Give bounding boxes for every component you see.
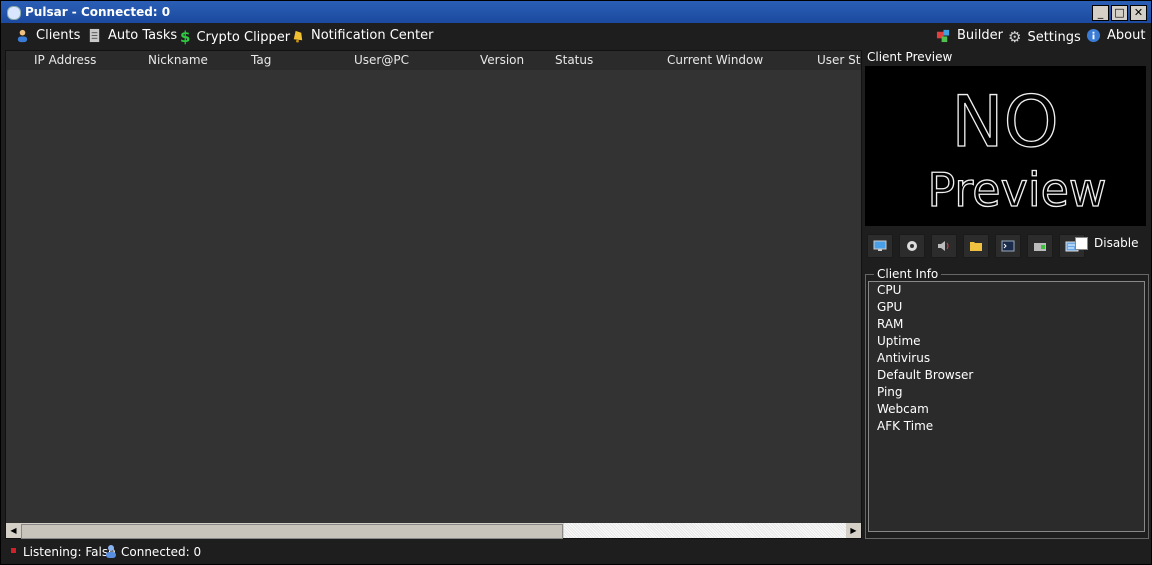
user-icon	[106, 545, 116, 558]
menu-crypto-clipper[interactable]: $ Crypto Clipper	[180, 28, 290, 46]
info-icon	[1086, 28, 1101, 43]
scroll-right-arrow[interactable]: ▶	[847, 524, 860, 537]
app-icon	[7, 6, 21, 20]
info-item-default-browser[interactable]: Default Browser	[869, 367, 1144, 384]
tasks-icon	[89, 28, 100, 43]
status-bar: Listening: False Connected: 0	[1, 542, 1151, 564]
disable-label: Disable	[1094, 236, 1139, 250]
menu-clients-label: Clients	[36, 28, 81, 43]
info-item-uptime[interactable]: Uptime	[869, 333, 1144, 350]
client-preview-screen: NO Preview	[865, 66, 1146, 226]
column-user-pc[interactable]: User@PC	[354, 53, 409, 67]
bell-icon	[293, 30, 303, 43]
app-window: Pulsar - Connected: 0 _ □ ✕ Clients Auto…	[0, 0, 1152, 565]
webcam-button[interactable]	[899, 234, 925, 258]
webcam-icon	[907, 241, 917, 251]
menu-settings-label: Settings	[1027, 29, 1081, 45]
info-item-gpu[interactable]: GPU	[869, 299, 1144, 316]
menu-about-label: About	[1107, 28, 1146, 43]
column-tag[interactable]: Tag	[251, 53, 271, 67]
remote-desktop-icon	[873, 240, 887, 251]
info-item-ping[interactable]: Ping	[869, 384, 1144, 401]
tasks-manager-button[interactable]	[1027, 234, 1053, 258]
clients-list[interactable]: IP Address Nickname Tag User@PC Version …	[5, 50, 862, 539]
connected-count: Connected: 0	[121, 545, 202, 559]
shell-button[interactable]	[995, 234, 1021, 258]
builder-icon	[936, 29, 950, 43]
column-ip-address[interactable]: IP Address	[34, 53, 96, 67]
menu-auto-tasks[interactable]: Auto Tasks	[87, 28, 177, 43]
menu-builder-label: Builder	[957, 28, 1003, 43]
shell-icon	[1001, 240, 1015, 252]
disable-preview-toggle[interactable]: Disable	[1075, 236, 1139, 250]
no-preview-drawing: NO Preview	[927, 80, 1107, 217]
menu-notification-center[interactable]: Notification Center	[290, 28, 433, 43]
info-item-afk-time[interactable]: AFK Time	[869, 418, 1144, 435]
audio-icon	[938, 241, 949, 251]
scroll-thumb[interactable]	[21, 524, 563, 539]
close-button[interactable]: ✕	[1130, 5, 1147, 21]
clients-table-header: IP Address Nickname Tag User@PC Version …	[6, 51, 861, 70]
preview-text-no: NO	[951, 81, 1058, 163]
client-info-title: Client Info	[874, 267, 942, 281]
horizontal-scrollbar[interactable]: ◀ ▶	[6, 523, 861, 539]
column-nickname[interactable]: Nickname	[148, 53, 208, 67]
menu-builder[interactable]: Builder	[936, 28, 1003, 43]
maximize-button[interactable]: □	[1111, 5, 1128, 21]
right-panel: Client Preview NO Preview Disable Client…	[863, 50, 1149, 539]
column-current-window[interactable]: Current Window	[667, 53, 763, 67]
client-info-group: Client Info CPU GPU RAM Uptime Antivirus…	[865, 267, 1149, 539]
dollar-icon: $	[180, 28, 191, 46]
minimize-button[interactable]: _	[1092, 5, 1109, 21]
quick-tools	[867, 234, 1085, 258]
audio-button[interactable]	[931, 234, 957, 258]
file-manager-button[interactable]	[963, 234, 989, 258]
info-item-cpu[interactable]: CPU	[869, 282, 1144, 299]
disable-checkbox[interactable]	[1075, 236, 1088, 250]
menu-clients[interactable]: Clients	[15, 28, 80, 43]
menu-bar: Clients Auto Tasks $ Crypto Clipper Noti…	[1, 24, 1151, 49]
column-version[interactable]: Version	[480, 53, 524, 67]
gear-icon: ⚙	[1008, 28, 1022, 46]
menu-about[interactable]: About	[1086, 28, 1145, 43]
info-item-antivirus[interactable]: Antivirus	[869, 350, 1144, 367]
remote-desktop-button[interactable]	[867, 234, 893, 258]
client-preview-label: Client Preview	[867, 50, 953, 64]
info-item-ram[interactable]: RAM	[869, 316, 1144, 333]
client-info-list[interactable]: CPU GPU RAM Uptime Antivirus Default Bro…	[868, 281, 1145, 532]
column-user-status[interactable]: User Sta	[817, 53, 861, 67]
users-icon	[17, 29, 28, 43]
scroll-track[interactable]	[564, 523, 846, 538]
menu-notification-center-label: Notification Center	[311, 28, 434, 43]
file-manager-icon	[970, 242, 982, 251]
column-status[interactable]: Status	[555, 53, 593, 67]
preview-text-preview: Preview	[927, 163, 1106, 217]
window-controls: _ □ ✕	[1092, 5, 1147, 21]
scroll-left-arrow[interactable]: ◀	[7, 524, 20, 537]
listening-status: Listening: False	[23, 545, 116, 559]
menu-crypto-clipper-label: Crypto Clipper	[196, 29, 291, 45]
listening-status-icon	[11, 548, 16, 553]
window-title: Pulsar - Connected: 0	[25, 5, 171, 19]
info-item-webcam[interactable]: Webcam	[869, 401, 1144, 418]
title-bar[interactable]: Pulsar - Connected: 0 _ □ ✕	[1, 1, 1151, 23]
menu-auto-tasks-label: Auto Tasks	[108, 28, 178, 43]
menu-settings[interactable]: ⚙ Settings	[1008, 28, 1081, 46]
tasks-manager-icon	[1034, 243, 1046, 251]
